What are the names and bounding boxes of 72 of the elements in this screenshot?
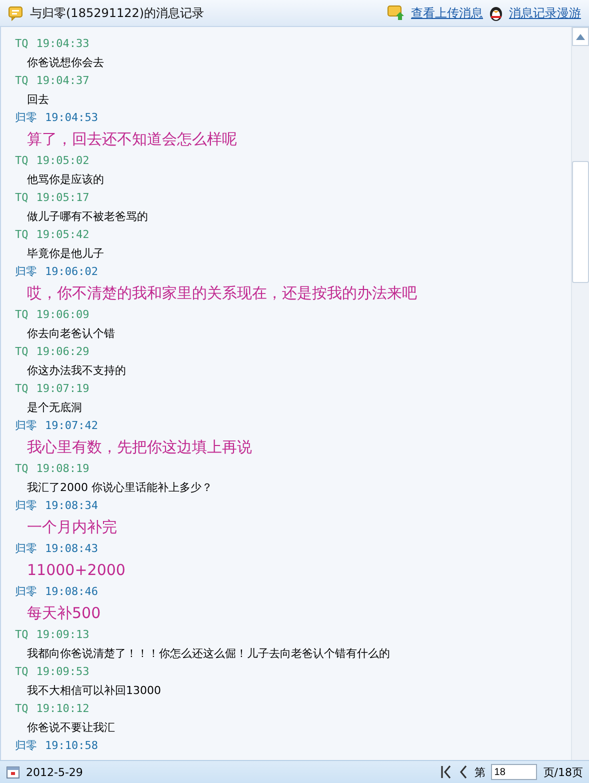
sender-name: TQ xyxy=(15,228,28,241)
message-time: 19:08:19 xyxy=(36,462,90,475)
sender-name: TQ xyxy=(15,37,28,50)
message-time: 19:07:42 xyxy=(45,419,98,432)
history-roaming-link[interactable]: 消息记录漫游 xyxy=(509,4,581,22)
message-time: 19:05:42 xyxy=(36,228,90,241)
sender-name: 归零 xyxy=(15,739,37,752)
sender-name: TQ xyxy=(15,462,28,475)
message-text: 算了，回去还不知道会怎么样呢 xyxy=(27,130,237,148)
page-number-field[interactable]: 18 xyxy=(491,764,538,780)
sender-name: TQ xyxy=(15,628,28,641)
message-time: 19:08:43 xyxy=(45,542,98,555)
message-time: 19:09:53 xyxy=(36,665,90,678)
previous-page-button[interactable] xyxy=(458,765,468,779)
scroll-up-button[interactable] xyxy=(572,27,589,46)
chat-log-icon xyxy=(8,5,24,21)
window-title: 与归零(185291122)的消息记录 xyxy=(30,4,206,22)
first-page-button[interactable] xyxy=(440,765,452,779)
message-time: 19:05:02 xyxy=(36,154,90,167)
message-text: 11000+2000 xyxy=(27,561,126,579)
sender-name: TQ xyxy=(15,191,28,204)
message-time: 19:10:12 xyxy=(36,702,90,715)
message-text: 我不大相信可以补回13000 xyxy=(27,684,161,697)
page-total-label: 页/18页 xyxy=(543,764,583,780)
message-text: 毕竟你是他儿子 xyxy=(27,247,104,260)
message-text: 是个无底洞 xyxy=(27,401,82,414)
date-label: 2012-5-29 xyxy=(26,766,84,778)
sender-name: 归零 xyxy=(15,499,37,512)
scrollbar-thumb[interactable] xyxy=(572,161,589,283)
message-time: 19:05:17 xyxy=(36,191,90,204)
message-text: 我汇了2000 你说心里话能补上多少？ xyxy=(27,481,212,494)
message-time: 19:06:29 xyxy=(36,345,90,358)
sender-name: TQ xyxy=(15,665,28,678)
view-uploads-link[interactable]: 查看上传消息 xyxy=(411,4,483,22)
message-text: 你爸说想你会去 xyxy=(27,56,104,69)
message-text: 他骂你是应该的 xyxy=(27,173,104,186)
sender-name: TQ xyxy=(15,345,28,358)
message-time: 19:08:46 xyxy=(45,585,98,598)
sender-name: 归零 xyxy=(15,585,37,598)
message-text: 我心里有数，先把你这边填上再说 xyxy=(27,438,252,456)
sender-name: TQ xyxy=(15,308,28,321)
sender-name: TQ xyxy=(15,702,28,715)
message-time: 19:08:34 xyxy=(45,499,98,512)
message-text: 我都向你爸说清楚了！！！你怎么还这么倔！儿子去向老爸认个错有什么的 xyxy=(27,647,390,660)
message-text: 哎，你不清楚的我和家里的关系现在，还是按我的办法来吧 xyxy=(27,284,417,302)
penguin-icon xyxy=(489,5,503,21)
page-label: 第 xyxy=(474,764,486,780)
message-time: 19:04:37 xyxy=(36,74,90,87)
sender-name: TQ xyxy=(15,382,28,395)
calendar-icon[interactable] xyxy=(6,765,20,779)
upload-message-icon xyxy=(387,5,405,21)
sender-name: 归零 xyxy=(15,542,37,555)
sender-name: 归零 xyxy=(15,419,37,432)
sender-name: TQ xyxy=(15,74,28,87)
message-time: 19:06:09 xyxy=(36,308,90,321)
message-text: 做儿子哪有不被老爸骂的 xyxy=(27,210,148,223)
message-text: 你这办法我不支持的 xyxy=(27,364,126,377)
message-time: 19:07:19 xyxy=(36,382,90,395)
message-text: 每天补500 xyxy=(27,604,101,622)
message-text: 回去 xyxy=(27,93,49,106)
message-time: 19:10:58 xyxy=(45,739,98,752)
sender-name: TQ xyxy=(15,154,28,167)
message-time: 19:04:53 xyxy=(45,111,98,124)
sender-name: 归零 xyxy=(15,265,37,278)
message-time: 19:04:33 xyxy=(36,37,90,50)
message-time: 19:09:13 xyxy=(36,628,90,641)
message-text: 你去向老爸认个错 xyxy=(27,327,115,340)
message-text: 一个月内补完 xyxy=(27,518,117,536)
message-time: 19:06:02 xyxy=(45,265,98,278)
up-arrow-icon xyxy=(576,34,585,40)
sender-name: 归零 xyxy=(15,111,37,124)
message-text: 你爸说不要让我汇 xyxy=(27,721,115,734)
